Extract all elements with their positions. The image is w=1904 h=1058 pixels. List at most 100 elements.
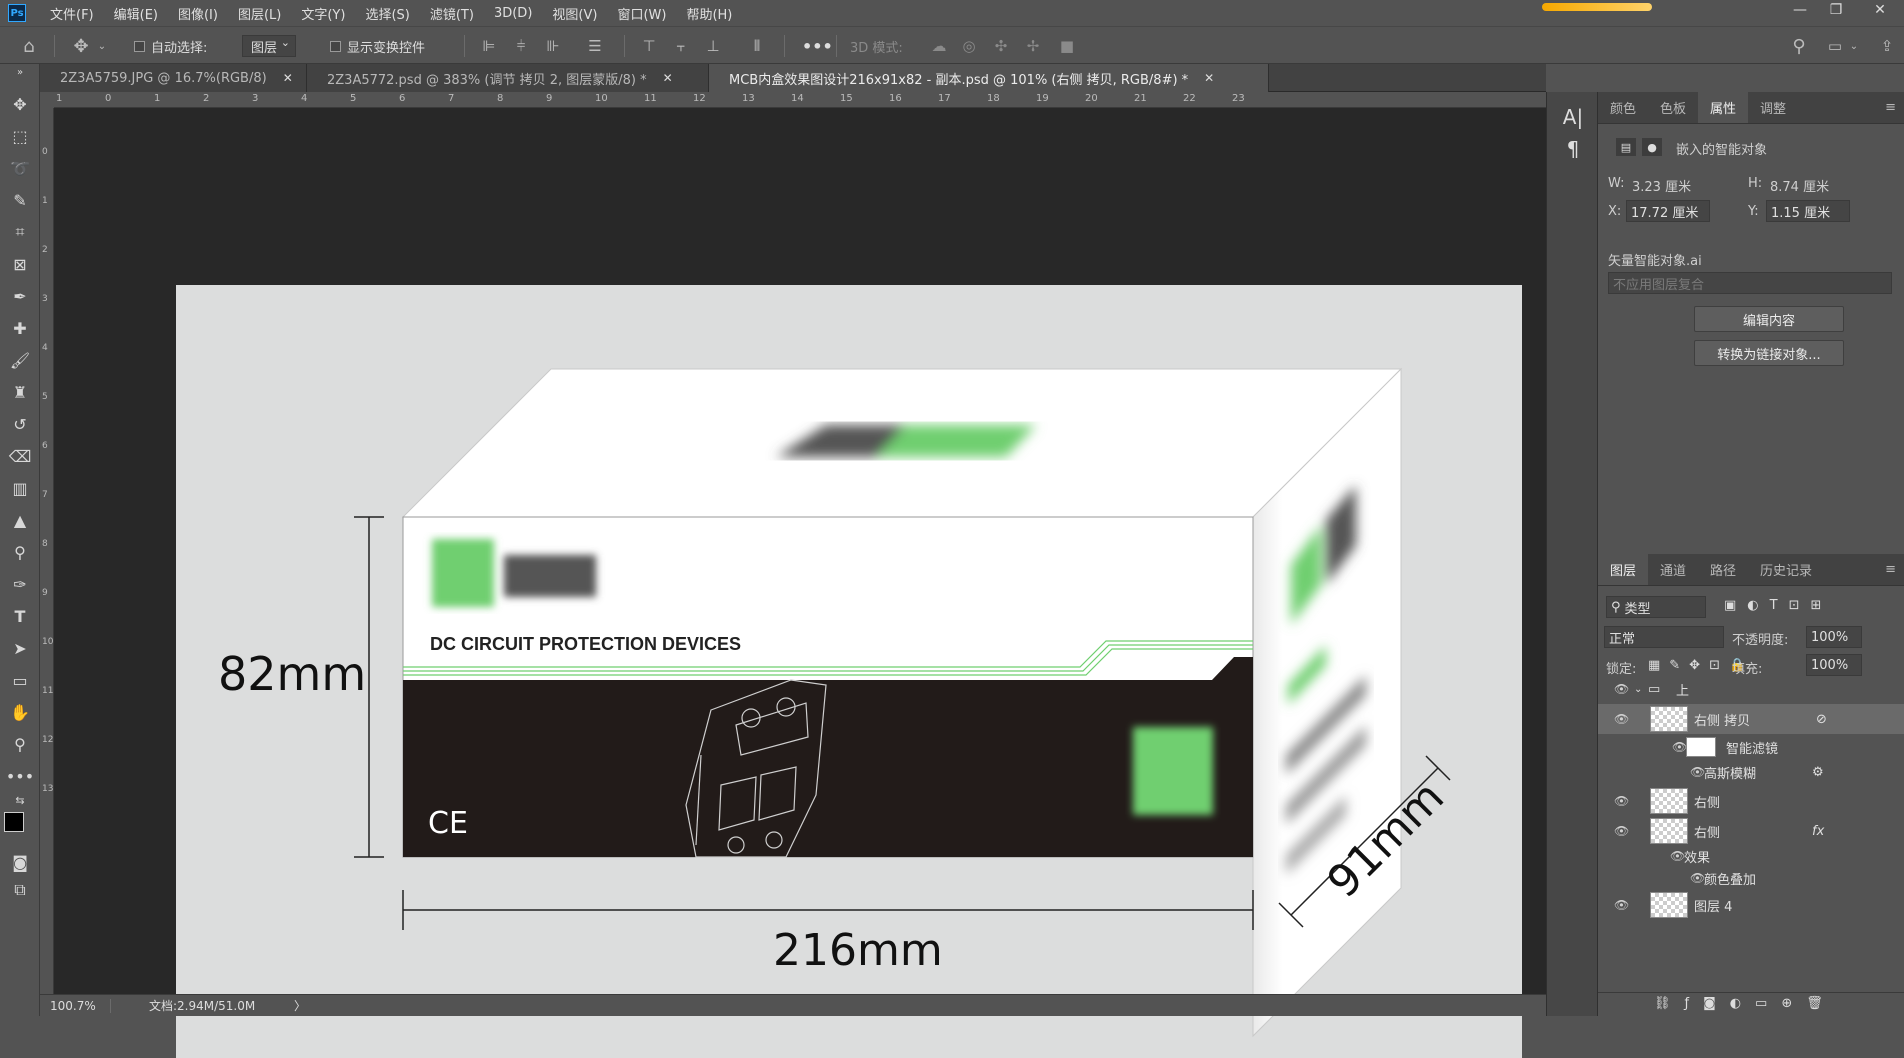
path-selection-tool-icon[interactable]: ➤ <box>6 636 34 660</box>
menu-layer[interactable]: 图层(L) <box>228 4 291 23</box>
height-value[interactable]: 8.74 厘米 <box>1770 176 1829 195</box>
close-icon[interactable]: ✕ <box>283 71 293 85</box>
history-brush-tool-icon[interactable]: ↺ <box>6 412 34 436</box>
menu-view[interactable]: 视图(V) <box>542 4 607 23</box>
ruler-origin[interactable] <box>40 92 54 108</box>
show-transform-checkbox[interactable] <box>330 40 341 52</box>
chevron-down-icon[interactable]: ⌄ <box>96 35 108 57</box>
paragraph-panel-icon[interactable]: ¶ <box>1561 137 1585 161</box>
close-icon[interactable]: ✕ <box>1204 71 1214 85</box>
fx-badge[interactable]: fx <box>1812 824 1824 839</box>
lasso-tool-icon[interactable]: ➰ <box>6 156 34 180</box>
effects-row[interactable]: 👁 效果 <box>1598 844 1904 868</box>
menu-file[interactable]: 文件(F) <box>40 4 104 23</box>
dodge-tool-icon[interactable]: ⚲ <box>6 540 34 564</box>
home-icon[interactable]: ⌂ <box>18 35 40 57</box>
blur-tool-icon[interactable]: ▲ <box>6 508 34 532</box>
chevron-down-icon[interactable]: ⌄ <box>1634 684 1642 695</box>
tab-layers[interactable]: 图层 <box>1598 554 1649 585</box>
auto-select-checkbox[interactable] <box>134 40 145 52</box>
zoom-tool-icon[interactable]: ⚲ <box>6 732 34 756</box>
foreground-color-swatch[interactable] <box>4 812 24 832</box>
zoom-level[interactable]: 100.7% <box>40 999 110 1013</box>
close-window-button[interactable]: ✕ <box>1860 0 1900 20</box>
menu-type[interactable]: 文字(Y) <box>291 4 355 23</box>
minimize-button[interactable]: — <box>1780 0 1820 20</box>
filter-row[interactable]: 👁 高斯模糊 ⚙ <box>1598 760 1904 784</box>
visibility-eye-icon[interactable]: 👁 <box>1670 849 1685 863</box>
hand-tool-icon[interactable]: ✋ <box>6 700 34 724</box>
crop-tool-icon[interactable]: ⌗ <box>6 220 34 244</box>
workspace-icon[interactable]: ▭ <box>1824 35 1846 57</box>
opacity-input[interactable]: 100% <box>1806 626 1862 648</box>
menu-3d[interactable]: 3D(D) <box>484 6 542 21</box>
auto-select-target-select[interactable]: 图层 <box>242 35 297 57</box>
eyedropper-tool-icon[interactable]: ✒ <box>6 284 34 308</box>
layer-row[interactable]: 👁 图层 4 <box>1598 890 1904 920</box>
visibility-eye-icon[interactable]: 👁 <box>1614 824 1629 838</box>
layer-filter-icons[interactable]: ▣◐T⊡⊞ <box>1724 598 1832 613</box>
layer-row-group[interactable]: 👁 ⌄ ▭ 上 <box>1598 674 1904 704</box>
collapse-icon[interactable]: » <box>6 66 34 78</box>
type-tool-icon[interactable]: T <box>6 604 34 628</box>
convert-to-linked-button[interactable]: 转换为链接对象... <box>1694 340 1844 366</box>
share-icon[interactable]: ⇪ <box>1876 35 1898 57</box>
horizontal-ruler[interactable]: 1 0 1 2 3 4 5 6 7 8 9 10 11 12 13 14 15 16 17 18 19 20 21 22 23 <box>54 92 1546 108</box>
menu-edit[interactable]: 编辑(E) <box>104 4 168 23</box>
menu-window[interactable]: 窗口(W) <box>607 4 676 23</box>
visibility-eye-icon[interactable]: 👁 <box>1690 765 1705 779</box>
quick-mask-icon[interactable]: ◙ <box>6 850 34 874</box>
distribute-vertical-icon[interactable]: ☰ <box>584 35 606 57</box>
menu-filter[interactable]: 滤镜(T) <box>420 4 484 23</box>
filter-options-icon[interactable]: ⚙ <box>1812 765 1824 780</box>
move-tool-icon[interactable]: ✥ <box>6 92 34 116</box>
3d-orbit-icon[interactable]: ☁ <box>928 35 950 57</box>
layer-actions-icons[interactable]: ⛓ƒ◙◐▭⊕🗑 <box>1654 996 1837 1011</box>
visibility-eye-icon[interactable]: 👁 <box>1614 682 1629 696</box>
align-top-icon[interactable]: ⊤ <box>638 35 660 57</box>
restore-button[interactable]: ❐ <box>1816 0 1856 20</box>
gradient-tool-icon[interactable]: ▥ <box>6 476 34 500</box>
doc-tab-1[interactable]: 2Z3A5759.JPG @ 16.7%(RGB/8) ✕ <box>40 64 307 92</box>
3d-slide-icon[interactable]: ✢ <box>1022 35 1044 57</box>
visibility-eye-icon[interactable]: 👁 <box>1614 794 1629 808</box>
swap-colors-icon[interactable]: ⇆ <box>6 788 34 812</box>
width-value[interactable]: 3.23 厘米 <box>1632 176 1691 195</box>
marquee-tool-icon[interactable]: ⬚ <box>6 124 34 148</box>
panel-menu-icon[interactable]: ≡ <box>1877 554 1904 585</box>
layer-row-selected[interactable]: 👁 右侧 拷贝 ⊘ <box>1598 704 1904 734</box>
tab-paths[interactable]: 路径 <box>1698 554 1748 585</box>
more-options-button[interactable]: ••• <box>802 27 833 65</box>
align-center-icon[interactable]: ⫩ <box>510 35 532 57</box>
chevron-down-icon[interactable]: ⌄ <box>1848 35 1860 57</box>
screen-mode-icon[interactable]: ⧉ <box>6 878 34 902</box>
layer-row[interactable]: 👁 右侧 fx <box>1598 816 1904 846</box>
document-canvas[interactable]: DC CIRCUIT PROTECTION DEVICES CE 82mm 21… <box>176 285 1522 1058</box>
fill-input[interactable]: 100% <box>1806 654 1862 676</box>
smart-filter-row[interactable]: 👁 智能滤镜 <box>1598 734 1904 760</box>
visibility-eye-icon[interactable]: 👁 <box>1672 740 1687 754</box>
eraser-tool-icon[interactable]: ⌫ <box>6 444 34 468</box>
clone-stamp-tool-icon[interactable]: ♜ <box>6 380 34 404</box>
auto-select-toggle[interactable]: 自动选择: <box>134 27 207 65</box>
menu-help[interactable]: 帮助(H) <box>676 4 742 23</box>
character-panel-icon[interactable]: A| <box>1561 105 1585 129</box>
tab-channels[interactable]: 通道 <box>1648 554 1698 585</box>
menu-image[interactable]: 图像(I) <box>168 4 228 23</box>
align-middle-icon[interactable]: ⫟ <box>670 35 692 57</box>
effect-row[interactable]: 👁 颜色叠加 <box>1598 866 1904 890</box>
3d-camera-icon[interactable]: ■ <box>1056 35 1078 57</box>
blend-mode-select[interactable]: 正常 <box>1604 626 1724 648</box>
close-icon[interactable]: ✕ <box>663 71 673 85</box>
visibility-eye-icon[interactable]: 👁 <box>1614 712 1629 726</box>
x-position-input[interactable]: 17.72 厘米 <box>1626 200 1710 222</box>
quick-select-tool-icon[interactable]: ✎ <box>6 188 34 212</box>
tab-properties[interactable]: 属性 <box>1698 92 1749 123</box>
menu-select[interactable]: 选择(S) <box>355 4 419 23</box>
tab-history[interactable]: 历史记录 <box>1748 554 1824 585</box>
distribute-horizontal-icon[interactable]: ⫴ <box>746 35 768 57</box>
layer-comp-select[interactable]: 不应用图层复合 <box>1608 272 1892 294</box>
status-menu-arrow[interactable]: 〉 <box>294 997 306 1014</box>
frame-tool-icon[interactable]: ⊠ <box>6 252 34 276</box>
tab-adjustments[interactable]: 调整 <box>1748 92 1798 123</box>
